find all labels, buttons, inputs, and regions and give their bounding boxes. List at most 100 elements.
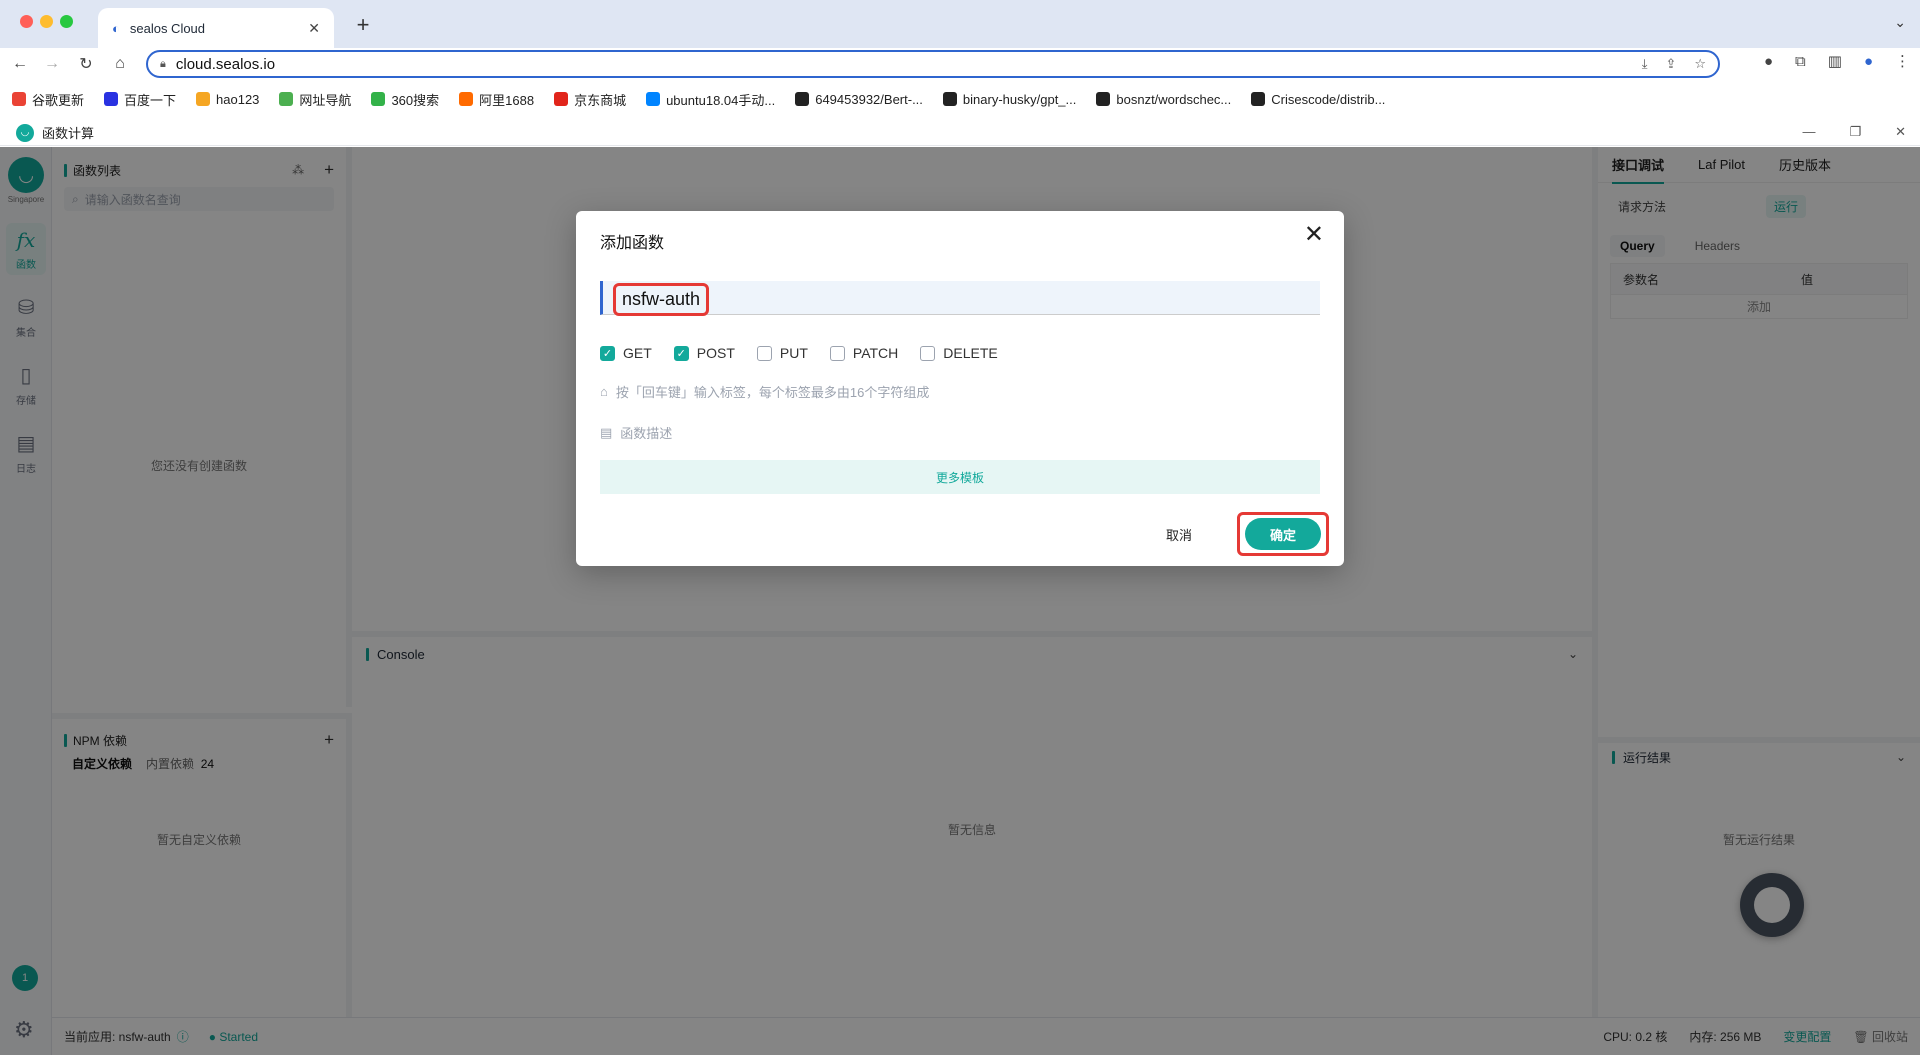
- method-checkbox-patch[interactable]: PATCH: [829, 345, 899, 361]
- hao123-icon: [196, 92, 211, 106]
- lock-icon: 🔒︎: [160, 57, 166, 70]
- jd-icon: [554, 92, 569, 106]
- bookmark-label: 百度一下: [124, 92, 177, 108]
- extension-badge-icon[interactable]: ●: [1764, 53, 1773, 70]
- bookmark-item[interactable]: 京东商城: [554, 90, 626, 109]
- function-name-input[interactable]: nsfw-auth: [600, 281, 1320, 316]
- star-icon[interactable]: ☆: [1694, 56, 1706, 72]
- more-templates-button[interactable]: 更多模板: [600, 460, 1320, 494]
- close-icon[interactable]: ✕: [1895, 124, 1906, 140]
- method-label: GET: [623, 345, 652, 361]
- tag-input[interactable]: ⌂ 按「回车键」输入标签，每个标签最多由16个字符组成: [600, 382, 929, 401]
- method-checkbox-get[interactable]: ✓ GET: [600, 345, 652, 361]
- checkbox-empty-icon: [756, 345, 772, 361]
- address-bar[interactable]: 🔒︎ cloud.sealos.io ⤓ ⇪ ☆: [146, 50, 1720, 78]
- puzzle-icon[interactable]: ⧉: [1795, 53, 1806, 70]
- zoom-window-button[interactable]: [60, 15, 73, 28]
- minimize-icon[interactable]: —: [1802, 124, 1815, 140]
- share-icon[interactable]: ⇪: [1665, 56, 1676, 72]
- bookmark-item[interactable]: 阿里1688: [459, 90, 534, 109]
- 360-icon: [371, 92, 386, 106]
- bookmark-item[interactable]: Crisescode/distrib...: [1251, 92, 1385, 107]
- bookmark-item[interactable]: hao123: [196, 92, 259, 107]
- method-checkbox-put[interactable]: PUT: [756, 345, 808, 361]
- bookmarks-bar: 谷歌更新 百度一下 hao123 网址导航 360搜索 阿里1688 京东商城 ubuntu1…: [0, 86, 1920, 112]
- confirm-button[interactable]: 确定: [1245, 518, 1321, 550]
- sidepanel-icon[interactable]: ▥: [1828, 52, 1842, 70]
- more-menu-icon[interactable]: ⋮: [1895, 52, 1910, 70]
- bookmark-label: 阿里1688: [479, 92, 535, 108]
- tab-close-icon[interactable]: ✕: [308, 20, 320, 37]
- checkbox-empty-icon: [920, 345, 936, 361]
- method-label: POST: [696, 345, 735, 361]
- http-methods: ✓ GET ✓ POST PUT PATCH DELETE: [600, 345, 998, 361]
- description-placeholder: 函数描述: [620, 426, 673, 441]
- app-window-bar: ◡ 函数计算 — ❐ ✕: [0, 120, 1920, 146]
- app-logo-icon: ◡: [16, 123, 34, 142]
- add-function-dialog: 添加函数 ✕ nsfw-auth ✓ GET ✓ POST PUT PATCH DELETE…: [576, 211, 1344, 566]
- confirm-highlight: 确定: [1237, 512, 1329, 556]
- bookmark-item[interactable]: 谷歌更新: [12, 90, 84, 109]
- description-input[interactable]: ▤ 函数描述: [600, 423, 672, 442]
- bookmark-label: binary-husky/gpt_...: [962, 91, 1077, 107]
- new-tab-button[interactable]: +: [350, 12, 376, 38]
- method-checkbox-post[interactable]: ✓ POST: [673, 345, 735, 361]
- ali-icon: [459, 92, 474, 106]
- url-text: cloud.sealos.io: [175, 55, 276, 73]
- tag-placeholder: 按「回车键」输入标签，每个标签最多由16个字符组成: [615, 385, 930, 400]
- install-icon[interactable]: ⤓: [1642, 56, 1648, 72]
- bookmark-label: ubuntu18.04手动...: [666, 92, 776, 108]
- bookmark-item[interactable]: 百度一下: [104, 90, 176, 109]
- method-checkbox-delete[interactable]: DELETE: [920, 345, 998, 361]
- forward-icon[interactable]: →: [40, 52, 64, 76]
- browser-tab[interactable]: ◐ sealos Cloud ✕: [98, 8, 334, 48]
- profile-icon[interactable]: ●: [1864, 53, 1873, 70]
- close-window-button[interactable]: [20, 15, 33, 28]
- minimize-window-button[interactable]: [40, 15, 53, 28]
- zhihu-icon: [646, 92, 661, 106]
- bookmark-item[interactable]: bosnzt/wordschec...: [1096, 92, 1231, 107]
- dialog-title: 添加函数: [600, 235, 665, 252]
- github-icon: [795, 92, 810, 106]
- bookmark-label: hao123: [216, 91, 260, 107]
- method-label: DELETE: [943, 345, 998, 361]
- baidu-icon: [104, 92, 119, 106]
- cancel-button[interactable]: 取消: [1166, 525, 1192, 544]
- close-icon[interactable]: ✕: [1304, 223, 1324, 247]
- bookmark-item[interactable]: binary-husky/gpt_...: [942, 91, 1077, 107]
- checkbox-checked-icon: ✓: [673, 345, 689, 361]
- browser-toolbar: ← → ↻ ⌂ 🔒︎ cloud.sealos.io ⤓ ⇪ ☆ ● ⧉ ▥ ●…: [0, 48, 1920, 80]
- app-window-title: 函数计算: [42, 126, 95, 141]
- bookmark-label: 京东商城: [574, 92, 627, 108]
- github-icon: [1251, 92, 1266, 106]
- function-name-value: nsfw-auth: [613, 283, 710, 316]
- bookmark-label: Crisescode/distrib...: [1271, 91, 1386, 107]
- home-icon[interactable]: ⌂: [108, 52, 132, 76]
- restore-icon[interactable]: ❐: [1849, 124, 1861, 140]
- bookmark-item[interactable]: 360搜索: [371, 90, 439, 109]
- description-icon: ▤: [600, 424, 613, 440]
- nav-icon: [279, 92, 294, 106]
- bookmark-label: bosnzt/wordschec...: [1116, 91, 1232, 107]
- bookmark-label: 谷歌更新: [32, 92, 85, 108]
- github-icon: [1096, 92, 1111, 106]
- method-label: PUT: [779, 345, 808, 361]
- github-icon: [942, 92, 957, 106]
- bookmark-label: 网址导航: [299, 92, 352, 108]
- bookmark-label: 649453932/Bert-...: [815, 91, 923, 107]
- method-label: PATCH: [852, 345, 899, 361]
- tab-title: sealos Cloud: [129, 20, 206, 36]
- browser-tabbar: ◐ sealos Cloud ✕ + ⌄: [0, 0, 1920, 48]
- checkbox-empty-icon: [829, 345, 845, 361]
- reload-icon[interactable]: ↻: [74, 52, 98, 76]
- bookmark-label: 360搜索: [391, 92, 440, 108]
- chrome-icon: [12, 92, 26, 106]
- checkbox-checked-icon: ✓: [600, 345, 615, 361]
- bookmark-item[interactable]: 网址导航: [279, 90, 351, 109]
- bookmark-item[interactable]: 649453932/Bert-...: [795, 92, 923, 107]
- chevron-down-icon[interactable]: ⌄: [1894, 14, 1906, 31]
- back-icon[interactable]: ←: [8, 52, 32, 76]
- bookmark-item[interactable]: ubuntu18.04手动...: [646, 90, 775, 109]
- sealos-favicon-icon: ◐: [112, 20, 120, 36]
- tag-icon: ⌂: [600, 384, 608, 399]
